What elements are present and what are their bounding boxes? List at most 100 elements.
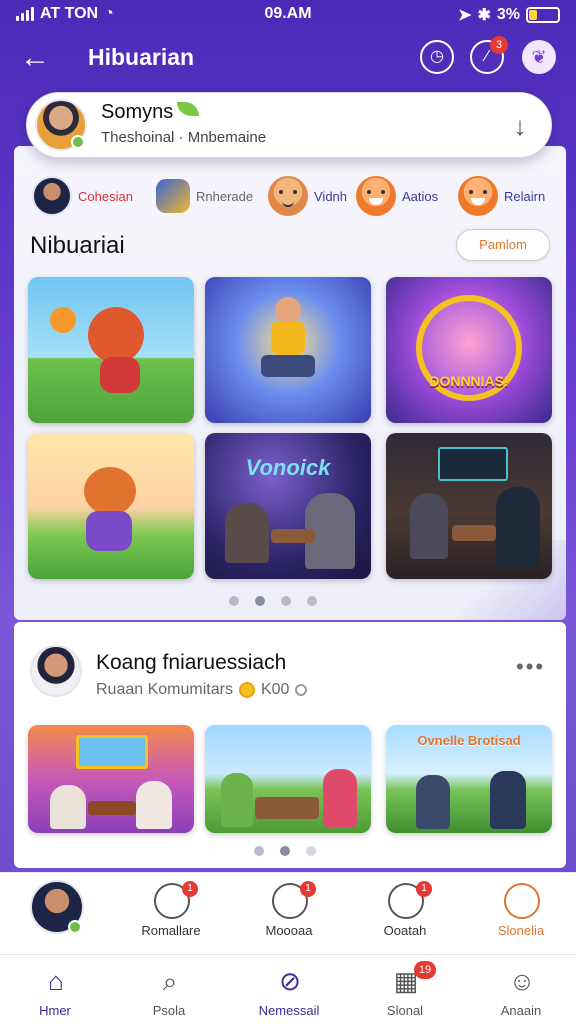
- nav-item-profile[interactable]: ☺ Anaain: [466, 955, 576, 1024]
- category-item-cohesian[interactable]: Cohesian: [32, 170, 133, 222]
- compass-icon: ⊘: [279, 966, 301, 996]
- profile-pill[interactable]: Somyns Theshoinal · Mnbemaine ↓: [26, 92, 552, 158]
- quick-badge: 1: [182, 881, 198, 897]
- nav-item-compass[interactable]: ⊘ Nemessail: [234, 955, 344, 1024]
- carousel-dot[interactable]: [255, 596, 265, 606]
- person-silhouette-shape: [323, 769, 357, 827]
- person-silhouette-shape: [221, 773, 253, 827]
- media-tile[interactable]: [386, 433, 552, 579]
- smiley-face-icon: [268, 176, 308, 216]
- jumping-person-image: [275, 297, 301, 323]
- fox-body-shape: [86, 511, 132, 551]
- tile-caption: DONNNIAS!: [429, 373, 509, 389]
- profile-subtitle: Theshoinal · Mnbemaine: [101, 129, 267, 146]
- timer-icon[interactable]: ◷: [420, 40, 454, 74]
- person-avatar-icon: [32, 176, 72, 216]
- category-item-relairn[interactable]: Relairn: [458, 170, 545, 222]
- quick-action-moooaa[interactable]: 1 Moooaa: [234, 873, 344, 955]
- person-legs-shape: [261, 355, 315, 377]
- category-label: Cohesian: [78, 188, 133, 204]
- user-icon: ☺: [508, 966, 536, 996]
- online-status-icon: [68, 920, 82, 934]
- carousel-dot[interactable]: [280, 846, 290, 856]
- more-options-icon[interactable]: •••: [516, 654, 545, 680]
- nav-item-home[interactable]: ⌂ Hmer: [0, 955, 110, 1024]
- app-header: ← Hibuarian ◷ ∕ 3 ❦: [0, 30, 576, 86]
- quick-action-ooatah[interactable]: 1 Ooatah: [350, 873, 460, 955]
- person-silhouette-shape: [410, 493, 448, 559]
- carousel-dot[interactable]: [229, 596, 239, 606]
- category-label: Relairn: [504, 188, 546, 204]
- home-icon: ⌂: [48, 966, 64, 996]
- cartoon-bear-image: [88, 307, 144, 363]
- media-tile[interactable]: [28, 433, 194, 579]
- notification-button[interactable]: ∕ 3: [470, 36, 508, 74]
- battery-label: 3%: [496, 6, 520, 23]
- carousel-dot[interactable]: [281, 596, 291, 606]
- quick-actions-row: 1 Romallare 1 Moooaa 1 Ooatah Slonelia: [0, 872, 576, 954]
- profile-name: Somyns: [101, 101, 174, 123]
- game-table-shape: [271, 529, 315, 543]
- carousel-dot[interactable]: [307, 596, 317, 606]
- nav-label: Slonal: [386, 1003, 424, 1018]
- leaf-avatar-icon[interactable]: ❦: [522, 40, 556, 74]
- coin-icon: [238, 682, 255, 698]
- quick-action-slonelia[interactable]: Slonelia: [466, 873, 576, 955]
- status-bar: AT TON ◔ 09.AM ➤ ✱ 3%: [0, 0, 576, 30]
- quick-badge: 1: [416, 881, 432, 897]
- person-silhouette-shape: [136, 781, 172, 829]
- nav-label: Nemessail: [258, 1003, 320, 1018]
- section-title: Nibuariai: [30, 232, 125, 259]
- category-row: Cohesian Rnherade Vidnh Aatios Relairn: [30, 170, 550, 222]
- game-table-shape: [452, 525, 496, 541]
- bluetooth-icon: ✱: [477, 7, 491, 24]
- feed-coins: K00: [260, 681, 290, 698]
- media-tile[interactable]: Ovnelle Brotisad: [386, 725, 552, 833]
- status-right: ➤ ✱ 3%: [458, 5, 560, 25]
- quick-label: Moooaa: [265, 923, 313, 938]
- feed-author-name: Koang fniaruessiach: [96, 651, 287, 674]
- person-silhouette-shape: [416, 775, 450, 829]
- quick-badge: 1: [300, 881, 316, 897]
- category-item-vidnh[interactable]: Vidnh: [268, 170, 347, 222]
- media-tile[interactable]: [205, 725, 371, 833]
- quick-label: Ooatah: [383, 923, 427, 938]
- download-icon[interactable]: ↓: [505, 109, 535, 143]
- carousel-dots: [229, 596, 317, 606]
- nav-item-stats[interactable]: ▦ 19 Slonal: [350, 955, 460, 1024]
- app-icon: [156, 179, 190, 213]
- carousel-dots: [254, 846, 316, 856]
- quick-action-romallare[interactable]: 1 Romallare: [116, 873, 226, 955]
- quick-label: Romallare: [141, 923, 201, 938]
- media-tile[interactable]: Vonoick: [205, 433, 371, 579]
- section-action-button[interactable]: Pamlom: [456, 229, 550, 261]
- tile-caption: Ovnelle Brotisad: [417, 733, 521, 748]
- orange-fruit-shape: [50, 307, 76, 333]
- back-arrow-icon[interactable]: ←: [20, 40, 60, 76]
- media-tile[interactable]: DONNNIAS!: [386, 277, 552, 423]
- category-item-rnherade[interactable]: Rnherade: [156, 170, 253, 222]
- tile-caption: Vonoick: [245, 455, 331, 480]
- location-icon: ➤: [458, 7, 472, 24]
- tv-screen-image: [76, 735, 148, 769]
- info-icon: [295, 684, 308, 696]
- avatar[interactable]: [30, 645, 82, 697]
- person-shirt-shape: [271, 321, 305, 355]
- quick-label: Slonelia: [497, 923, 545, 938]
- feed-subtitle: Ruaan Komumitars: [96, 681, 233, 698]
- carousel-dot[interactable]: [306, 846, 316, 856]
- nav-item-search[interactable]: ⌕ Psola: [114, 955, 224, 1024]
- nav-label: Anaain: [500, 1003, 542, 1018]
- media-tile[interactable]: [28, 725, 194, 833]
- notification-badge: 3: [490, 36, 508, 54]
- media-tile[interactable]: [28, 277, 194, 423]
- leaf-icon: [177, 102, 200, 116]
- category-label: Rnherade: [196, 188, 254, 204]
- person-silhouette-shape: [496, 487, 540, 567]
- category-item-aatios[interactable]: Aatios: [356, 170, 438, 222]
- grin-face-icon: [458, 176, 498, 216]
- screen-sign-image: [438, 447, 508, 481]
- media-tile[interactable]: [205, 277, 371, 423]
- bottom-nav: ⌂ Hmer ⌕ Psola ⊘ Nemessail ▦ 19 Slonal ☺…: [0, 954, 576, 1024]
- carousel-dot[interactable]: [254, 846, 264, 856]
